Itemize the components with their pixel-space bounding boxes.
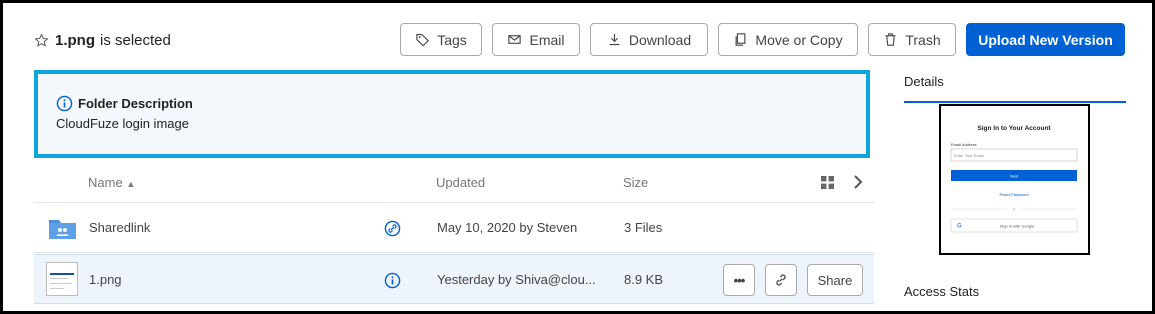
selection-status: 1.png is selected	[34, 32, 171, 49]
preview-next: Next	[1010, 174, 1019, 179]
tags-button[interactable]: Tags	[400, 23, 482, 56]
chevron-right-icon[interactable]	[852, 174, 864, 193]
file-name[interactable]: 1.png	[89, 272, 122, 287]
column-name-header[interactable]: Name ▲	[88, 175, 135, 190]
upload-new-version-button[interactable]: Upload New Version	[966, 23, 1125, 56]
trash-icon	[885, 33, 896, 46]
preview-or: or	[1012, 208, 1016, 212]
size-text: 8.9 KB	[624, 272, 664, 287]
more-options-button[interactable]: •••	[723, 264, 755, 296]
column-size-header[interactable]: Size	[623, 175, 648, 190]
folder-description-panel: Folder Description CloudFuze login image	[34, 70, 870, 158]
preview-title: Sign In to Your Account	[977, 125, 1051, 132]
shared-link-icon[interactable]	[384, 220, 401, 240]
file-preview[interactable]: Sign In to Your Account Email Address En…	[939, 104, 1090, 255]
preview-reset: Reset Password	[999, 192, 1028, 197]
table-row[interactable]: Sharedlink May 10, 2020 by Steven 3 File…	[34, 203, 874, 253]
table-header: Name ▲ Updated Size	[34, 163, 874, 203]
updated-text: Yesterday by Shiva@clou...	[437, 272, 596, 287]
grid-view-icon[interactable]	[821, 176, 834, 192]
email-label: Email	[529, 31, 565, 48]
download-icon	[609, 33, 620, 46]
google-icon: G	[957, 224, 962, 230]
folder-icon	[49, 217, 76, 242]
tab-details[interactable]: Details	[904, 70, 1126, 103]
file-name[interactable]: Sharedlink	[89, 220, 150, 235]
copy-icon	[735, 33, 746, 46]
link-icon	[776, 274, 786, 286]
table-row-selected[interactable]: 1.png Yesterday by Shiva@clou... 8.9 KB …	[34, 254, 874, 304]
copy-link-button[interactable]	[765, 264, 797, 296]
folder-description-heading: Folder Description	[56, 95, 193, 112]
tag-icon	[416, 33, 430, 47]
folder-description-title: Folder Description	[78, 96, 193, 111]
sort-ascending-icon: ▲	[126, 179, 136, 189]
name-header-label: Name	[88, 175, 123, 190]
preview-google: Sign in with Google	[1000, 224, 1035, 229]
selected-file-name: 1.png	[55, 32, 95, 49]
access-stats-heading: Access Stats	[904, 284, 980, 299]
info-icon	[56, 95, 73, 112]
email-button[interactable]: Email	[492, 23, 580, 56]
preview-email-placeholder: Enter Your Email	[954, 153, 984, 158]
upload-label: Upload New Version	[978, 31, 1113, 48]
star-icon[interactable]	[34, 33, 49, 48]
share-button[interactable]: Share	[807, 264, 863, 296]
details-sidebar: Details Sign In to Your Account Email Ad…	[904, 70, 1126, 255]
preview-email-label: Email Address	[951, 142, 977, 147]
selection-suffix: is selected	[100, 32, 171, 49]
move-copy-label: Move or Copy	[755, 31, 843, 48]
info-icon[interactable]	[384, 272, 401, 292]
app-frame: 1.png is selected Tags Email Download Mo…	[0, 0, 1155, 314]
updated-text: May 10, 2020 by Steven	[437, 220, 578, 235]
move-copy-button[interactable]: Move or Copy	[718, 23, 858, 56]
image-thumbnail	[46, 262, 78, 299]
download-button[interactable]: Download	[590, 23, 708, 56]
tags-label: Tags	[437, 31, 467, 48]
folder-description-text: CloudFuze login image	[56, 116, 189, 131]
download-label: Download	[628, 31, 692, 48]
trash-button[interactable]: Trash	[868, 23, 956, 56]
trash-label: Trash	[905, 31, 941, 48]
column-updated-header[interactable]: Updated	[436, 175, 485, 190]
size-text: 3 Files	[624, 220, 663, 235]
envelope-icon	[508, 35, 522, 44]
top-toolbar: 1.png is selected Tags Email Download Mo…	[3, 3, 1152, 75]
